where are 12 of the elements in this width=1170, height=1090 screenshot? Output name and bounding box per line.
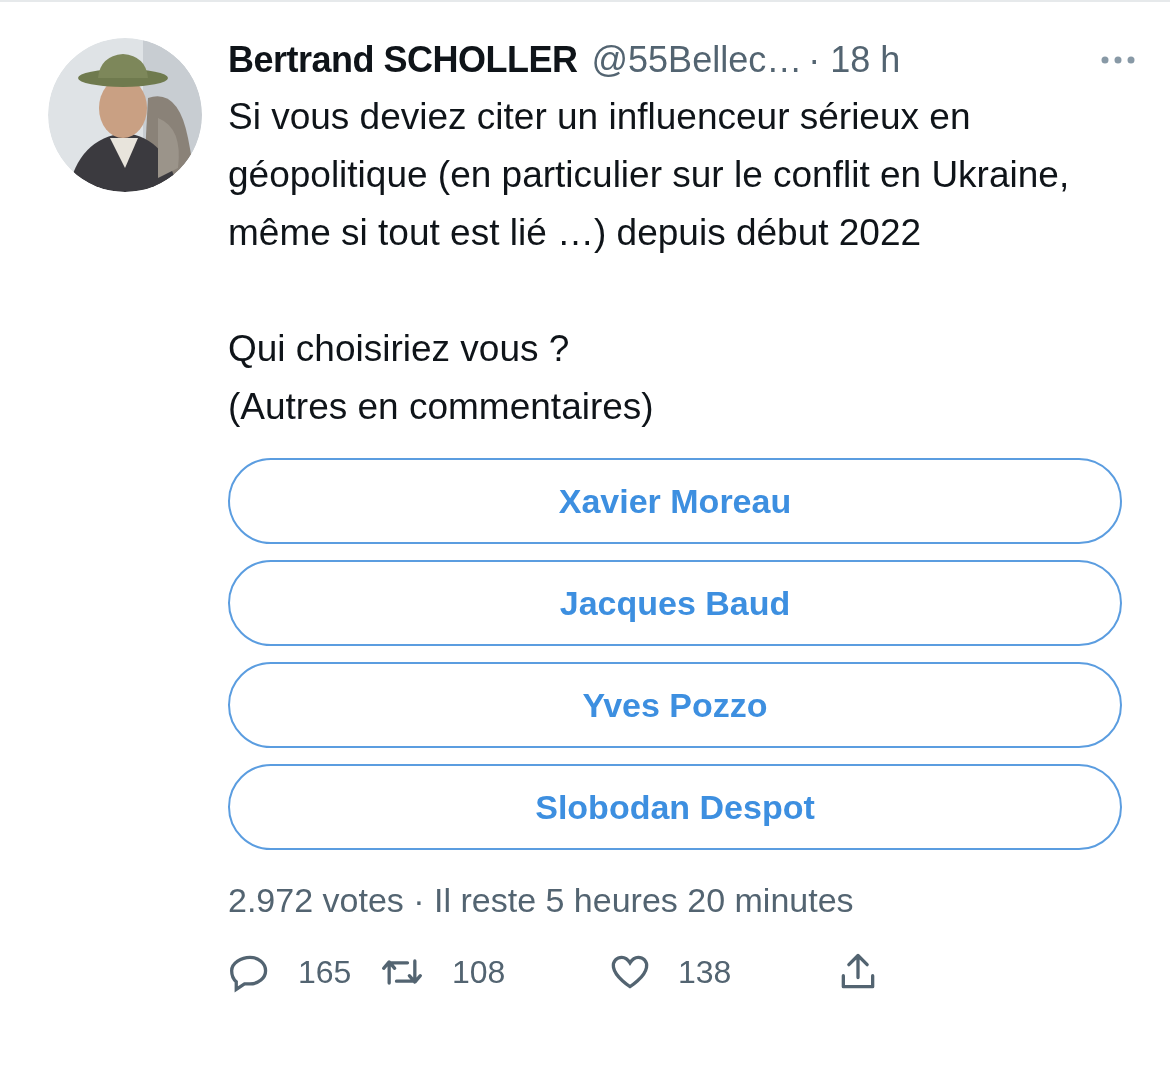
poll-option[interactable]: Slobodan Despot	[228, 764, 1122, 850]
poll-option[interactable]: Yves Pozzo	[228, 662, 1122, 748]
action-count: 165	[298, 953, 352, 992]
poll-option[interactable]: Jacques Baud	[228, 560, 1122, 646]
poll-option[interactable]: Xavier Moreau	[228, 458, 1122, 544]
tweet-text: Si vous deviez citer un influenceur sérieux en géopolitique (en particulier sur le conflit en Ukraine, même si tout est lié …) depuis début 2022 Qui choisiriez vous ? (Autres en commentaires)	[228, 95, 1071, 429]
action-count: 108	[452, 953, 506, 992]
author-name[interactable]: Bertrand SCHOLLER	[228, 38, 578, 82]
action-count: 138	[678, 953, 732, 992]
user-handle[interactable]: @55Bellec…	[591, 38, 803, 82]
tweet-time: · 18 h	[808, 38, 901, 82]
poll-summary: 2.972 votes · Il reste 5 heures 20 minutes	[228, 880, 855, 921]
